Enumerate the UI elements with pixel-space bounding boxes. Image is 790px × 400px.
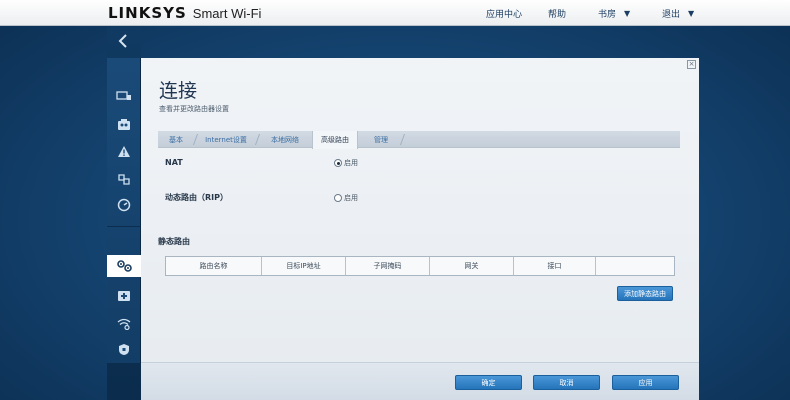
parental-controls-icon[interactable] — [107, 113, 141, 135]
tab-label[interactable]: 高级路由 — [321, 135, 349, 145]
router-name-label[interactable]: 书房 — [598, 7, 616, 20]
nav-help-label[interactable]: 帮助 — [548, 7, 566, 20]
tab-label[interactable]: 本地网络 — [271, 135, 299, 145]
nat-label: NAT — [165, 158, 183, 167]
page-subtitle: 查看并更改路由器设置 — [159, 105, 229, 113]
tab-bar: 基本 Internet设置 本地网络 高级路由 管理 — [158, 131, 680, 149]
tab-administration[interactable]: 管理 — [362, 131, 400, 148]
apply-label[interactable]: 应用 — [639, 378, 653, 388]
chevron-left-icon[interactable] — [107, 30, 141, 52]
tab-label[interactable]: 基本 — [169, 135, 183, 145]
column-header: 目标IP地址 — [262, 257, 346, 275]
back-button[interactable] — [107, 30, 141, 54]
column-header: 子网掩码 — [346, 257, 430, 275]
sidebar-divider — [107, 226, 141, 227]
rip-enable-label[interactable]: 启用 — [344, 193, 358, 203]
static-routes-table: 路由名称 目标IP地址 子网掩码 网关 接口 — [165, 256, 675, 276]
top-bar: LINKSYS Smart Wi-Fi 应用中心 帮助 书房 ▼ 退出 ▼ — [0, 0, 790, 26]
ok-button[interactable]: 确定 — [455, 375, 522, 390]
nav-help[interactable]: 帮助 — [548, 0, 566, 26]
brand-subtitle: Smart Wi-Fi — [192, 6, 262, 21]
static-routing-title: 静态路由 — [158, 237, 190, 246]
close-icon[interactable]: × — [687, 60, 696, 69]
column-header — [596, 257, 674, 275]
cancel-button[interactable]: 取消 — [533, 375, 600, 390]
tab-divider — [399, 134, 406, 145]
tab-label[interactable]: 管理 — [374, 135, 388, 145]
add-static-route-button[interactable]: 添加静态路由 — [617, 286, 673, 301]
tab-basic[interactable]: 基本 — [158, 131, 194, 148]
radio-unchecked-icon[interactable] — [334, 194, 342, 202]
add-static-route-label[interactable]: 添加静态路由 — [624, 289, 666, 299]
chevron-down-icon[interactable]: ▼ — [624, 9, 630, 18]
rip-enable-radio[interactable]: 启用 — [334, 193, 358, 203]
alert-icon[interactable] — [107, 140, 141, 162]
radio-checked-icon[interactable] — [334, 159, 342, 167]
ok-label[interactable]: 确定 — [482, 378, 496, 388]
page-title: 连接 — [159, 80, 198, 102]
logout-label[interactable]: 退出 — [662, 7, 680, 20]
rip-label: 动态路由（RIP） — [165, 193, 228, 202]
devices-icon[interactable] — [107, 85, 141, 107]
column-header: 路由名称 — [166, 257, 262, 275]
tab-label[interactable]: Internet设置 — [205, 135, 247, 145]
connectivity-gear-icon[interactable] — [107, 255, 143, 277]
column-header: 接口 — [514, 257, 596, 275]
apply-button[interactable]: 应用 — [612, 375, 679, 390]
tab-internet-settings[interactable]: Internet设置 — [198, 131, 254, 148]
nav-logout-menu[interactable]: 退出 ▼ — [662, 0, 694, 26]
nat-enable-label[interactable]: 启用 — [344, 158, 358, 168]
chevron-down-icon[interactable]: ▼ — [688, 9, 694, 18]
nav-router-menu[interactable]: 书房 ▼ — [598, 0, 630, 26]
brand-logo: LINKSYS Smart Wi-Fi — [108, 4, 261, 22]
brand-name: LINKSYS — [108, 4, 187, 22]
nat-enable-radio[interactable]: 启用 — [334, 158, 358, 168]
troubleshooting-icon[interactable] — [107, 284, 141, 306]
nav-app-center-label[interactable]: 应用中心 — [486, 7, 522, 20]
cancel-label[interactable]: 取消 — [560, 378, 574, 388]
tools-sidebar — [107, 58, 143, 363]
tab-local-network[interactable]: 本地网络 — [260, 131, 310, 148]
nav-app-center[interactable]: 应用中心 — [486, 0, 522, 26]
media-prioritization-icon[interactable] — [107, 168, 141, 190]
security-icon[interactable] — [107, 338, 141, 360]
column-header: 网关 — [430, 257, 514, 275]
tab-advanced-routing[interactable]: 高级路由 — [312, 131, 358, 149]
wireless-icon[interactable] — [107, 312, 141, 334]
speed-test-icon[interactable] — [107, 194, 141, 216]
